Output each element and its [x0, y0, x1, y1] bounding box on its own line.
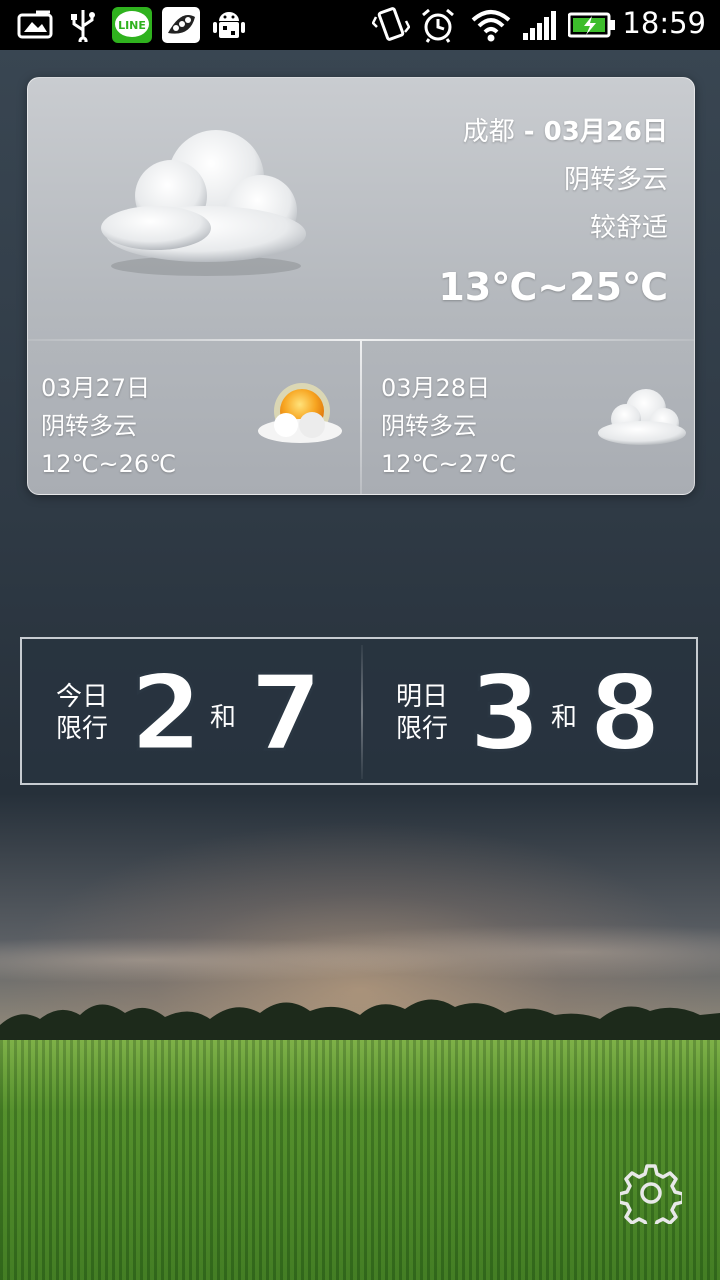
city-date-line: 成都 - 03月26日 [438, 108, 668, 156]
cloudy-icon [101, 130, 306, 276]
peapod-app-icon [162, 7, 200, 43]
date-separator: - [514, 117, 544, 147]
battery-charging-icon [568, 8, 616, 42]
today-temperature: 13℃~25℃ [438, 265, 668, 309]
comfort-index: 较舒适 [589, 213, 668, 243]
wifi-icon [470, 8, 512, 42]
traffic-restriction-widget[interactable]: 今日 限行 2 和 7 明日 限行 3 和 8 [20, 637, 698, 785]
vibrate-icon [372, 7, 410, 42]
restricted-digit: 8 [587, 657, 662, 757]
forecast-temperature: 12℃~26℃ [41, 450, 177, 478]
restricted-digit: 7 [248, 657, 323, 757]
screenshot-icon [16, 8, 54, 42]
label-line: 限行 [396, 714, 449, 744]
forecast-day-1[interactable]: 03月27日 阴转多云 12℃~26℃ [28, 341, 360, 494]
city-name: 成都 [462, 117, 515, 147]
android-debug-icon [212, 8, 246, 42]
restricted-digit: 3 [467, 657, 542, 757]
svg-text:8: 8 [589, 657, 661, 757]
forecast-divider [360, 341, 362, 494]
today-restriction-label: 今日 限行 [56, 681, 108, 745]
status-bar: LINE 18:59 [0, 0, 720, 50]
forecast-temperature: 12℃~27℃ [381, 450, 517, 478]
gear-icon[interactable] [620, 1162, 682, 1224]
tomorrow-restriction: 明日 限行 3 和 8 [363, 639, 702, 787]
wallpaper-treeline [0, 999, 720, 1045]
alarm-icon [420, 8, 456, 43]
label-line: 明日 [396, 682, 449, 712]
weather-widget[interactable]: 成都 - 03月26日 阴转多云 较舒适 13℃~25℃ 03月27日 阴转多云… [27, 77, 695, 495]
line-app-icon: LINE [112, 7, 152, 43]
usb-icon [68, 8, 98, 42]
today-condition: 阴转多云 [563, 165, 668, 195]
signal-icon [522, 8, 558, 42]
and-label: 和 [551, 703, 578, 733]
svg-text:2: 2 [130, 657, 202, 757]
tomorrow-restriction-label: 明日 限行 [396, 681, 448, 745]
forecast-date: 03月27日 [41, 374, 151, 402]
forecast-condition: 阴转多云 [381, 412, 477, 440]
label-line: 限行 [56, 714, 109, 744]
svg-text:LINE: LINE [118, 19, 146, 32]
today-restriction: 今日 限行 2 和 7 [22, 639, 361, 787]
forecast-day-2[interactable]: 03月28日 阴转多云 12℃~27℃ [368, 341, 694, 494]
today-date: 03月26日 [543, 117, 668, 147]
svg-text:3: 3 [469, 657, 541, 757]
today-weather-info: 成都 - 03月26日 阴转多云 较舒适 13℃~25℃ [438, 108, 668, 318]
svg-text:7: 7 [250, 657, 322, 757]
restricted-digit: 2 [128, 657, 203, 757]
wallpaper-field [0, 1040, 720, 1280]
cloudy-icon [598, 389, 686, 445]
forecast-condition: 阴转多云 [41, 412, 137, 440]
label-line: 今日 [56, 682, 109, 712]
and-label: 和 [210, 703, 237, 733]
sun-behind-cloud-icon [258, 383, 342, 443]
clock-time: 18:59 [622, 6, 706, 40]
forecast-date: 03月28日 [381, 374, 491, 402]
